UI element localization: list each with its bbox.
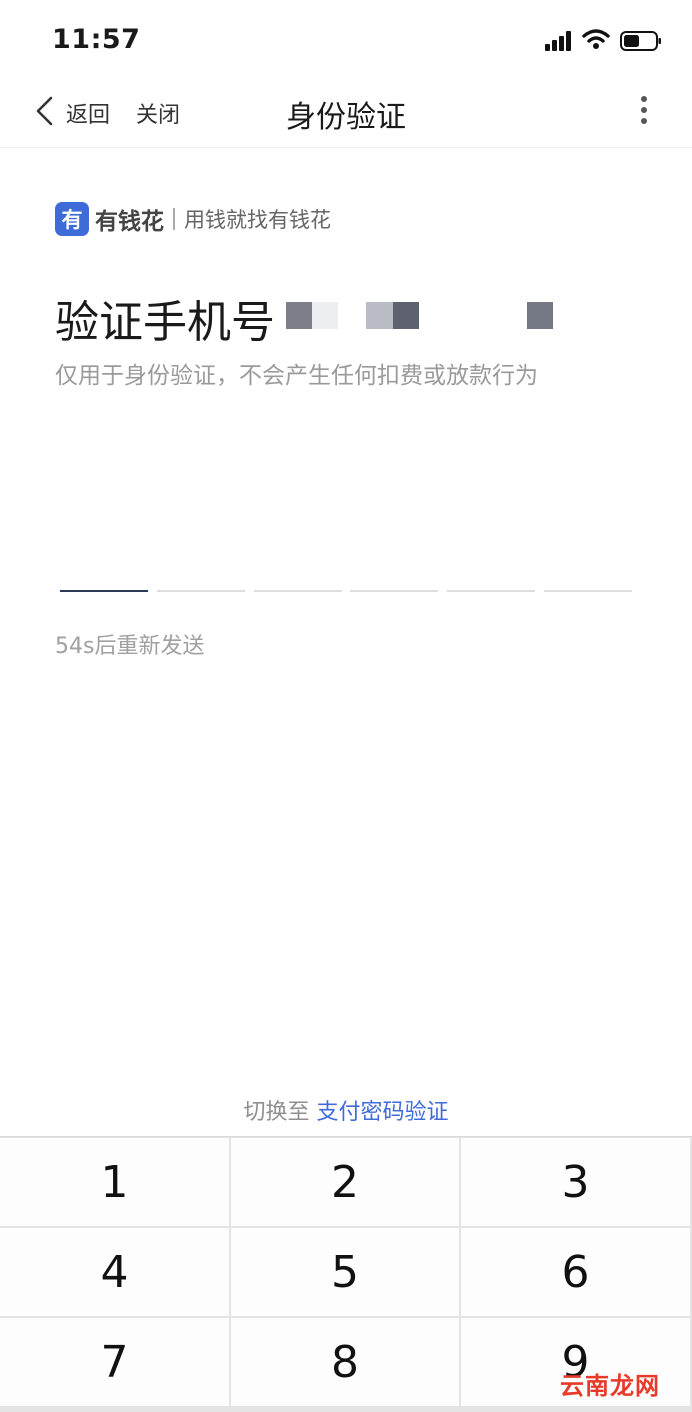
- verify-subtitle: 仅用于身份验证，不会产生任何扣费或放款行为: [55, 363, 538, 389]
- watermark: 云南龙网: [560, 1372, 660, 1400]
- close-button[interactable]: 关闭: [136, 97, 180, 129]
- key-4[interactable]: 4: [0, 1228, 229, 1316]
- brand-divider: [173, 208, 175, 230]
- key-8[interactable]: 8: [231, 1318, 459, 1406]
- brand-name: 有钱花: [95, 209, 164, 235]
- key-5[interactable]: 5: [231, 1228, 459, 1316]
- chevron-left-icon[interactable]: [34, 96, 56, 126]
- status-bar: 11:57: [0, 0, 692, 80]
- brand-header: 有 有钱花 用钱就找有钱花: [55, 201, 331, 237]
- brand-slogan: 用钱就找有钱花: [184, 208, 331, 232]
- resend-countdown: 54s后重新发送: [55, 634, 205, 659]
- code-slot-5: [447, 590, 536, 592]
- status-time: 11:57: [52, 24, 141, 55]
- wifi-icon: [582, 29, 610, 49]
- key-6[interactable]: 6: [461, 1228, 690, 1316]
- key-2[interactable]: 2: [231, 1138, 459, 1226]
- verify-heading: 验证手机号: [55, 297, 275, 348]
- nav-bar: 返回 关闭 身份验证: [0, 80, 692, 148]
- switch-to-payment-password-link[interactable]: 支付密码验证: [317, 1100, 449, 1125]
- switch-method: 切换至 支付密码验证: [0, 1094, 692, 1126]
- switch-prefix: 切换至: [243, 1100, 310, 1125]
- back-button[interactable]: 返回: [66, 97, 110, 129]
- cellular-signal-icon: [545, 31, 571, 51]
- code-slot-1: [60, 590, 148, 592]
- battery-icon: [620, 31, 661, 51]
- more-vertical-icon[interactable]: [636, 96, 652, 130]
- key-7[interactable]: 7: [0, 1318, 229, 1406]
- sms-code-input[interactable]: [60, 590, 632, 594]
- key-1[interactable]: 1: [0, 1138, 229, 1226]
- brand-logo: 有: [55, 202, 89, 236]
- code-slot-4: [350, 590, 439, 592]
- code-slot-2: [156, 590, 245, 592]
- key-3[interactable]: 3: [461, 1138, 690, 1226]
- code-slot-3: [253, 590, 342, 592]
- code-slot-6: [544, 590, 632, 592]
